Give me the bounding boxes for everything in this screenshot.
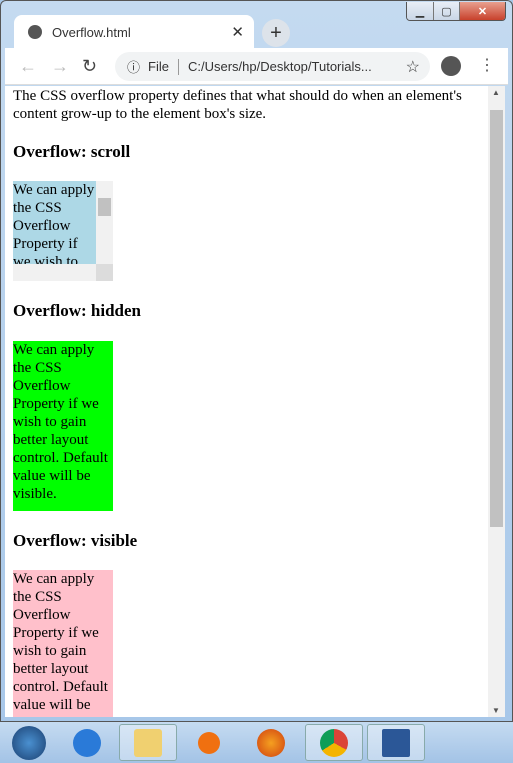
profile-icon[interactable] bbox=[441, 56, 461, 76]
box-horizontal-scrollbar[interactable] bbox=[13, 264, 96, 281]
heading-scroll: Overflow: scroll bbox=[13, 142, 131, 161]
forward-icon[interactable]: → bbox=[51, 56, 69, 77]
scroll-box-text: We can apply the CSS Overflow Property i… bbox=[13, 182, 95, 264]
address-bar[interactable]: ⓘ File C:/Users/hp/Desktop/Tutorials... … bbox=[115, 52, 430, 81]
firefox-icon[interactable] bbox=[242, 724, 300, 761]
close-window-button[interactable]: ✕ bbox=[460, 2, 505, 20]
file-explorer-icon[interactable] bbox=[119, 724, 177, 761]
scrollbar-thumb[interactable] bbox=[490, 110, 503, 527]
intro-paragraph: The CSS overflow property defines that w… bbox=[13, 88, 462, 122]
heading-hidden: Overflow: hidden bbox=[13, 301, 141, 320]
url-text: C:/Users/hp/Desktop/Tutorials... bbox=[187, 59, 372, 74]
page-scrollbar[interactable]: ▲ ▼ bbox=[488, 86, 505, 717]
start-button[interactable] bbox=[0, 724, 58, 761]
minimize-button[interactable]: ▁ bbox=[407, 2, 434, 20]
taskbar bbox=[0, 722, 513, 763]
page-content: The CSS overflow property defines that w… bbox=[5, 86, 488, 717]
star-icon[interactable]: ☆ bbox=[406, 57, 420, 77]
menu-icon[interactable]: ⋮ bbox=[479, 55, 495, 75]
tab-overflow[interactable]: Overflow.html ✕ bbox=[14, 15, 254, 49]
visible-box: We can apply the CSS Overflow Property i… bbox=[13, 570, 113, 717]
scroll-box[interactable]: We can apply the CSS Overflow Property i… bbox=[13, 181, 113, 281]
window-controls: ▁ ▢ ✕ bbox=[406, 2, 506, 21]
heading-visible: Overflow: visible bbox=[13, 531, 138, 550]
tab-title: Overflow.html bbox=[52, 24, 131, 40]
new-tab-button[interactable]: + bbox=[262, 19, 290, 47]
toolbar: ← → ↻ ⓘ File C:/Users/hp/Desktop/Tutoria… bbox=[5, 48, 508, 85]
globe-icon bbox=[28, 25, 42, 39]
word-icon[interactable] bbox=[367, 724, 425, 761]
reload-icon[interactable]: ↻ bbox=[82, 56, 97, 77]
file-label: File bbox=[148, 59, 169, 74]
chrome-icon[interactable] bbox=[305, 724, 363, 761]
hidden-box: We can apply the CSS Overflow Property i… bbox=[13, 341, 113, 511]
info-icon: ⓘ bbox=[127, 60, 141, 75]
internet-explorer-icon[interactable] bbox=[58, 724, 116, 761]
back-icon[interactable]: ← bbox=[19, 56, 37, 77]
close-tab-icon[interactable]: ✕ bbox=[231, 23, 244, 41]
box-vertical-scrollbar[interactable] bbox=[96, 181, 113, 264]
media-player-icon[interactable] bbox=[180, 724, 238, 761]
maximize-button[interactable]: ▢ bbox=[434, 2, 460, 20]
